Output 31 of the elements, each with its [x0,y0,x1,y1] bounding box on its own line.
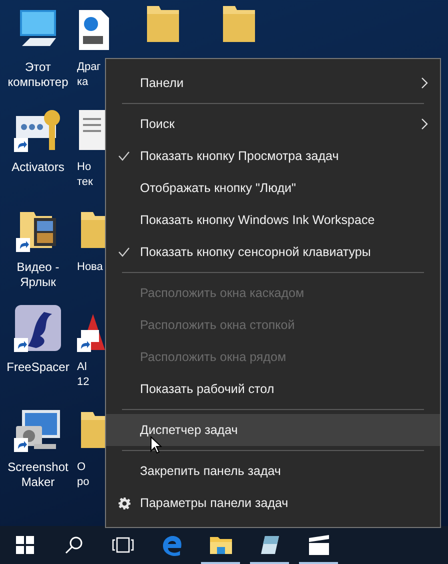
menu-item[interactable]: Показать кнопку сенсорной клавиатуры [106,236,440,268]
icon-label: О ро [77,460,90,490]
menu-item[interactable]: Панели [106,67,440,99]
icon-label: Activators [12,160,64,175]
menu-item[interactable]: Поиск [106,108,440,140]
chevron-right-icon [421,118,428,130]
menu-item[interactable]: Параметры панели задач [106,487,440,519]
menu-item[interactable]: Показать рабочий стол [106,373,440,405]
camera-monitor-icon [14,408,62,452]
icon-label: Этот компьютер [8,60,68,90]
notepad-icon[interactable] [258,534,280,556]
menu-item[interactable]: Отображать кнопку "Люди" [106,172,440,204]
menu-item[interactable]: Закрепить панель задач [106,455,440,487]
icon-label: Al 12 [77,360,90,390]
mouse-cursor-icon [150,436,162,454]
edge-browser-icon[interactable] [160,534,182,556]
chevron-right-icon [421,77,428,89]
task-view-icon[interactable] [112,537,134,553]
icon-label: Screenshot Maker [8,460,68,490]
icon-label: Видео - Ярлык [16,260,60,290]
windows-start-icon[interactable] [16,536,34,554]
clapperboard-icon[interactable] [308,534,330,556]
icon-label: Но тек [77,160,93,190]
settings-icon [118,496,131,510]
icon-label: FreeSpacer [6,360,70,375]
menu-item[interactable]: Показать кнопку Windows Ink Workspace [106,204,440,236]
search-icon[interactable] [64,536,82,554]
icon-label: Нова [77,260,103,275]
icon-label: Драг ка [77,60,101,90]
menu-item[interactable]: Показать кнопку Просмотра задач [106,140,440,172]
file-explorer-icon[interactable] [208,535,232,555]
